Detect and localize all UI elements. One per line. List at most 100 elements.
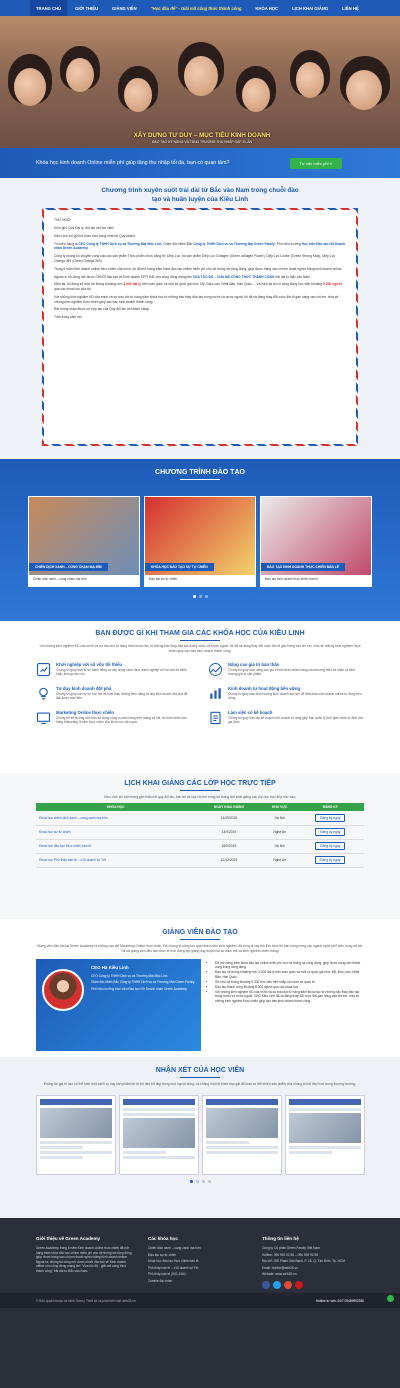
table-row: Khóa học Phủ thấy bản lẻ – x10 doanh số … [36,853,364,868]
teacher-role: Phó hiệu trưởng Học viện Đào tạo Nữ Doan… [91,986,187,991]
nav-courses[interactable]: KHÓA HỌC [249,0,284,16]
register-button[interactable]: Đăng ký ngay [315,828,346,836]
teacher-fact: Đào tạo hệ thống khoảng hơn 3.000 đại lý… [215,970,364,978]
nav-teachers[interactable]: GIẢNG VIÊN [106,0,143,16]
course-link[interactable]: Khóa học sự tự chiến [36,825,196,840]
benefits-title: BẠN ĐƯỢC GÌ KHI THAM GIA CÁC KHÓA HỌC CỦ… [0,630,400,641]
nav-contact[interactable]: LIÊN HỆ [336,0,365,16]
letter-line: Kiều Linh xin gửi lời chào trân trọng nh… [54,233,136,238]
letter-line: Công ty chúng tôi chuyên cung cấp các sả… [54,254,336,263]
hero-person [14,68,46,106]
program-cards: CHIẾN DỊCH XANH – CÙNG CHẠM MẠ BÌM Chiến… [0,496,400,587]
carousel-dots [0,595,400,598]
benefit-item: Tư duy kinh doanh đột phá Chúng tôi giúp … [36,686,192,701]
footer-hotline[interactable]: Hotline: 096 999 92 86 – 096 999 92 86 [262,1253,364,1258]
footer-course-link[interactable]: Phủ thấy bán lẻ – x10 doanh số Tết [148,1266,248,1271]
letter-greeting: Kính gửi: Quý Đại lý, đối tác và Học viê… [54,225,115,230]
benefit-item: Kinh doanh tự hoạt động bền vững Chúng tô… [208,686,364,701]
benefits-section: BẠN ĐƯỢC GÌ KHI THAM GIA CÁC KHÓA HỌC CỦ… [0,621,400,773]
benefit-item: Làm việc có kế hoạch Chúng tôi giúp bạn l… [208,710,364,725]
footer-course-link[interactable]: Khóa học đào tạo thực chiến bán lẻ [148,1259,248,1264]
col-course: KHÓA HỌC [36,803,196,811]
register-button[interactable]: Đăng ký ngay [315,856,346,864]
benefit-text: Chúng tôi giúp bạn tự tin học hỏi và kha… [56,692,188,701]
nav-success-formula[interactable]: "Học đấu để" - Giải mã công thức thành c… [145,0,248,16]
intro-section: Chương trình xuyên suốt trải dài từ Bắc … [0,178,400,459]
register-button[interactable]: Đăng ký ngay [315,842,346,850]
letter-heading: THƯ NGỎ! [54,218,71,222]
schedule-subtitle: Kiều Linh xin trân trọng giới thiệu tới … [104,795,296,799]
hero-subtitle: ĐÀO TẠO KỸ NĂNG VÀ TĂNG TRƯỞNG THU NHẬP … [151,140,252,144]
teacher-fact: Đào tạo thành công khoảng 8.000 người qu… [215,985,364,989]
copyright-bar: © Bản quyền thuộc về Web Team | Thiết kế… [0,1293,400,1308]
footer-course-link[interactable]: Đào tạo sự tự chiến [148,1253,248,1258]
social-links [262,1280,364,1289]
course-link[interactable]: Khóa học đào tạo thực chiến bán lẻ [36,839,196,854]
benefit-text: Chúng tôi sẽ hướng dẫn bạn sử dụng công … [56,716,187,725]
benefit-title: Làm việc có kế hoạch [228,710,273,715]
footer-course-link[interactable]: Phủ thấy bán lẻ (K01-K04) [148,1272,248,1277]
footer-course-link[interactable]: Zombie đại chiến [148,1279,248,1284]
table-row: Khóa học đào tạo thực chiến bán lẻ 15/9/… [36,839,364,854]
back-to-top-button[interactable] [387,1295,394,1302]
teacher-fact: Sở hữu hệ thống khoảng 9.000 học viên tr… [215,980,364,984]
course-area: Hà Nội [262,839,297,854]
youtube-icon[interactable] [295,1280,303,1289]
teacher-card: CEO Hà Kiều Linh CEO Công ty TNHH Dịch v… [36,959,201,1051]
footer-hotline-bottom[interactable]: Hotline tư vấn: 24/7 09489992286 [316,1299,364,1303]
carousel-dot[interactable] [201,1179,205,1183]
teacher-fact: Đã mở hàng trăm khóa đào tạo online miễn… [215,961,364,969]
program-card-badge: ĐÀO TẠO KINH DOANH THỰC CHIẾN BÁN LẺ [261,563,345,571]
carousel-dot[interactable] [189,1179,193,1183]
facebook-icon[interactable] [262,1280,270,1289]
google-plus-icon[interactable] [284,1280,292,1289]
benefit-title: Tư duy kinh doanh đột phá [56,686,112,691]
course-date: 12/12/2019 [195,853,263,868]
carousel-dot[interactable] [195,1179,199,1183]
review-screenshot[interactable] [201,1094,282,1175]
carousel-dot[interactable] [192,595,196,598]
value-icon [208,662,223,677]
table-row: Khóa học sự tự chiến 13/9/2019 Nghệ An Đ… [36,825,364,840]
program-card[interactable]: KHÓA HỌC ĐÀO TẠO SỰ TỰ CHIẾN Đào tạo sự … [144,496,256,587]
carousel-dot[interactable] [204,595,208,598]
program-card-desc: Đào tạo kinh doanh thực chiến bán lẻ [265,577,318,581]
teacher-facts: Đã mở hàng trăm khóa đào tạo online miễn… [201,959,364,1051]
free-consult-button[interactable]: Tư vấn miễn phí » [289,157,342,169]
letter-line: Rất mong nhận được sự hợp tác của Quý đố… [54,307,150,312]
footer-email[interactable]: Email: hotline@web26.vn [262,1266,364,1271]
benefit-item: Nâng cao giá trị bản thân Chúng tôi giúp … [208,662,364,677]
col-date: NGÀY KHAI GIẢNG [195,803,263,811]
hero-person [296,62,324,98]
reviews-subtitle: Không lời giá trị nào có thể biến một cá… [43,1082,357,1086]
register-button[interactable]: Đăng ký ngay [315,813,346,822]
col-register: ĐĂNG KÝ [296,803,364,811]
benefit-item: Khởi nghiệp với số vốn tối thiểu Chúng tô… [36,662,192,677]
review-screenshot[interactable] [35,1094,116,1175]
letter-line: Hiện tại, tôi đang sở hữu hệ thống khoản… [54,282,342,292]
cta-bar: Khóa học kinh doanh Online miễn phí giúp… [0,148,400,178]
nav-home[interactable]: TRANG CHỦ [30,0,68,16]
carousel-dot[interactable] [207,1179,211,1183]
nav-about[interactable]: GIỚI THIỆU [69,0,104,16]
program-section: CHƯƠNG TRÌNH ĐÀO TẠO CHIẾN DỊCH XANH – C… [0,459,400,621]
nav-schedule[interactable]: LỊCH KHAI GIẢNG [286,0,334,16]
program-card[interactable]: CHIẾN DỊCH XANH – CÙNG CHẠM MẠ BÌM Chiến… [28,496,140,587]
carousel-dot[interactable] [198,595,202,598]
course-link[interactable]: Khóa học Phủ thấy bản lẻ – x10 doanh số … [36,853,196,868]
program-card[interactable]: ĐÀO TẠO KINH DOANH THỰC CHIẾN BÁN LẺ Đào… [260,496,372,587]
review-screenshot[interactable] [118,1094,199,1175]
footer-course-link[interactable]: Chiến dịch xanh – cùng cạnh mạ bìm [148,1246,248,1251]
benefit-title: Kinh doanh tự hoạt động bền vững [228,686,301,691]
benefit-text: Chúng tôi giúp bạn lập kế hoạch kinh doa… [228,716,364,725]
course-link[interactable]: Khóa học chiến dịch xanh – cùng cạnh mạ … [36,811,196,826]
twitter-icon[interactable] [273,1280,281,1289]
open-letter: THƯ NGỎ! Kính gửi: Quý Đại lý, đối tác v… [42,208,358,446]
footer-website[interactable]: Website: www.web26.vn [262,1272,364,1277]
course-area: Hà Nội [262,811,297,826]
benefit-title: Khởi nghiệp với số vốn tối thiểu [56,662,123,667]
program-card-desc: Chiến dịch xanh – cùng chạm mạ bìm [33,577,87,581]
review-screenshot[interactable] [284,1094,365,1175]
teacher-profile: CEO Hà Kiều Linh CEO Công ty TNHH Dịch v… [36,959,364,1051]
hero-person [124,78,152,112]
